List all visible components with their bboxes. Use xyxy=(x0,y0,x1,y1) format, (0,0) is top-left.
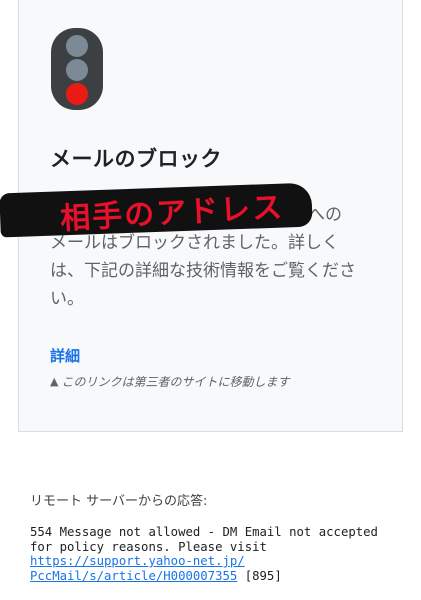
lamp-top xyxy=(66,35,88,57)
support-link-part1[interactable]: https://support.yahoo-net.jp/ xyxy=(30,554,245,568)
warning-triangle-icon: ▲ xyxy=(50,375,59,388)
server-response: 554 Message not allowed - DM Email not a… xyxy=(30,525,405,583)
server-response-text: 554 Message not allowed - DM Email not a… xyxy=(30,525,378,554)
details-link[interactable]: 詳細 xyxy=(50,345,80,366)
page-title: メールのブロック xyxy=(50,147,222,171)
lamp-middle xyxy=(66,59,88,81)
external-note-text: このリンクは第三者のサイトに移動します xyxy=(61,375,290,389)
lamp-red xyxy=(66,83,88,105)
server-response-label: リモート サーバーからの応答: xyxy=(30,494,208,509)
traffic-light-red-icon xyxy=(51,28,103,110)
response-code: [895] xyxy=(244,568,282,583)
message-body: メールはブロックされました。詳しくは、下記の詳細な技術情報をご覧ください。 xyxy=(50,233,356,309)
external-link-note: ▲ このリンクは第三者のサイトに移動します xyxy=(50,373,289,390)
support-link-part2[interactable]: PccMail/s/article/H000007355 xyxy=(30,569,237,583)
